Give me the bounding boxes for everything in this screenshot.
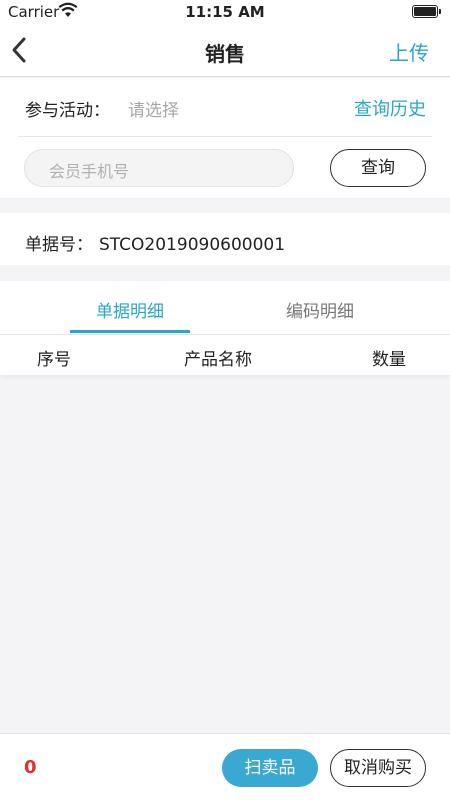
cancel-purchase-button[interactable]: 取消购买	[330, 749, 426, 787]
status-bar: Carrier 11:15 AM	[0, 0, 450, 24]
document-number-value: STCO2019090600001	[99, 235, 286, 255]
tab-code-detail[interactable]: 编码明细	[260, 297, 380, 322]
active-tab-indicator	[70, 330, 190, 333]
column-header-quantity: 数量	[372, 350, 406, 370]
detail-section: 单据明细 编码明细 序号 产品名称 数量	[0, 281, 450, 375]
member-phone-input[interactable]: 会员手机号	[24, 149, 294, 187]
nav-bar: 销售 上传	[0, 24, 450, 77]
page-title: 销售	[205, 42, 245, 66]
divider	[18, 136, 432, 137]
divider	[0, 334, 450, 335]
activity-section: 参与活动： 请选择 查询历史 会员手机号 查询	[0, 78, 450, 198]
scan-product-button[interactable]: 扫卖品	[222, 749, 318, 787]
battery-icon	[412, 5, 441, 18]
activity-label: 参与活动：	[25, 101, 110, 121]
bottom-bar: 0 扫卖品 取消购买	[0, 733, 450, 800]
column-header-product-name: 产品名称	[184, 350, 252, 370]
column-header-index: 序号	[37, 350, 71, 370]
tab-document-detail[interactable]: 单据明细	[70, 297, 190, 322]
document-section: 单据号： STCO2019090600001	[0, 213, 450, 265]
activity-select[interactable]: 请选择	[128, 96, 179, 121]
item-count: 0	[24, 757, 37, 778]
document-number-label: 单据号：	[25, 235, 93, 255]
query-button[interactable]: 查询	[330, 149, 426, 187]
upload-button[interactable]: 上传	[389, 37, 429, 66]
clock: 11:15 AM	[185, 3, 265, 21]
document-number-row: 单据号： STCO2019090600001	[25, 230, 285, 255]
query-history-link[interactable]: 查询历史	[354, 95, 426, 121]
